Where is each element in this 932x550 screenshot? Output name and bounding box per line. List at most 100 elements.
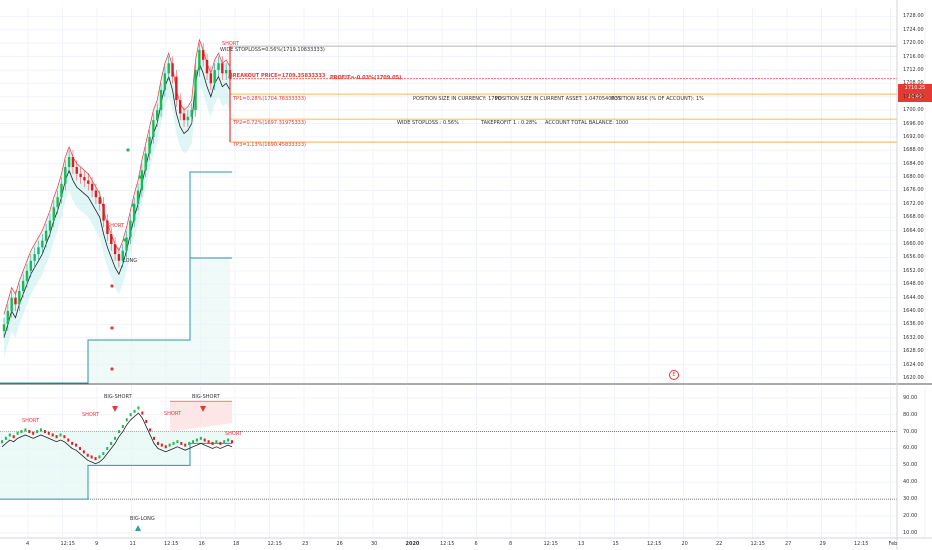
price-y-tick: 1648.00 [903, 281, 924, 288]
candle-body [90, 183, 94, 191]
price-y-tick: 1656.00 [903, 254, 924, 261]
osc-y-tick: 40.00 [903, 479, 918, 486]
osc-candle [20, 430, 23, 434]
osc-candle [219, 441, 222, 445]
osc-candle [121, 425, 124, 429]
candle-body [60, 183, 63, 198]
event-marker[interactable]: E [669, 370, 679, 380]
info-size-currency: POSITION SIZE IN CURRENCY: 1790 [413, 96, 501, 102]
osc-candle [51, 433, 54, 437]
candle-body [67, 156, 71, 168]
candle-body [29, 260, 33, 271]
x-tick: 13 [578, 541, 585, 547]
long-signal-mid: LONG [123, 258, 138, 264]
osc-candle [98, 455, 101, 459]
chart-canvas[interactable] [0, 0, 932, 550]
osc-candle [195, 438, 198, 442]
signal-dot [138, 175, 142, 179]
x-tick: 2020 [405, 541, 420, 547]
price-y-tick: 1724.00 [903, 26, 924, 33]
candle-body [182, 113, 186, 121]
info-balance: ACCOUNT TOTAL BALANCE: 1000 [545, 120, 629, 126]
candle-body [156, 110, 159, 121]
candle-body [71, 156, 75, 168]
price-y-tick: 1700.00 [903, 107, 924, 114]
x-tick: 29 [819, 541, 826, 547]
candle-body [148, 136, 151, 154]
osc-candle [231, 440, 233, 444]
price-y-tick: 1624.00 [903, 361, 924, 368]
info-risk: POSITION RISK (% OF ACCOUNT): 1% [611, 96, 704, 102]
osc-candle [125, 418, 128, 422]
price-y-tick: 1628.00 [903, 348, 924, 355]
info-wide-sl: WIDE STOPLOSS : 0.56% [397, 120, 459, 126]
candle-body [87, 180, 90, 184]
osc-candle [106, 446, 109, 450]
x-tick: 12:15 [854, 541, 869, 547]
candle-body [198, 49, 201, 70]
candle-body [64, 167, 67, 184]
candle-body [21, 280, 25, 291]
big-long-triangle [135, 525, 141, 531]
osc-candle [32, 431, 35, 435]
candle-body [25, 270, 29, 281]
osc-candle [47, 431, 50, 435]
osc-y-tick: 50.00 [903, 462, 918, 469]
osc-candle [110, 441, 113, 445]
osc-candle [192, 440, 195, 444]
candle-body [205, 59, 209, 74]
candle-body [79, 173, 82, 178]
signal-dot [110, 367, 114, 371]
osc-candle [8, 433, 11, 437]
x-tick: 6 [474, 541, 478, 547]
osc-candle [180, 441, 183, 445]
price-y-tick: 1680.00 [903, 174, 924, 181]
candle-body [217, 63, 220, 70]
signal-dot [110, 284, 114, 288]
candle-body [113, 244, 117, 255]
price-y-tick: 1636.00 [903, 321, 924, 328]
price-y-tick: 1704.00 [903, 93, 924, 100]
tp2-label: TP2=0.72%(1697.31975333) [233, 120, 306, 126]
candle-body [213, 69, 216, 84]
osc-candle [82, 450, 85, 454]
x-tick: 4 [26, 541, 30, 547]
osc-y-tick: 30.00 [903, 496, 918, 503]
big-short-label-1: BIG-SHORT [104, 394, 132, 400]
osc-candle [90, 455, 93, 459]
price-y-tick: 1652.00 [903, 267, 924, 274]
osc-candle [63, 435, 66, 439]
osc-candle [28, 430, 31, 434]
osc-short-d: SHORT [225, 431, 243, 437]
candle-body [102, 203, 105, 221]
osc-candle [86, 453, 89, 457]
x-tick: 12:15 [164, 541, 179, 547]
price-y-tick: 1664.00 [903, 227, 924, 234]
trade-levels [228, 45, 897, 143]
candle-body [190, 110, 193, 117]
price-y-tick: 1720.00 [903, 40, 924, 47]
osc-candle [215, 440, 218, 444]
osc-candle [129, 413, 132, 417]
price-y-tick: 1684.00 [903, 160, 924, 167]
signal-dot [110, 326, 114, 330]
osc-candle [149, 428, 152, 432]
candle-body [129, 220, 132, 238]
signal-dot [126, 148, 130, 152]
candle-body [175, 76, 178, 101]
candle-body [75, 167, 78, 174]
osc-candle [176, 440, 179, 444]
osc-candle [75, 443, 78, 447]
osc-candle [145, 419, 148, 423]
profit-label: PROFIT=-0.03%(1709.05) [330, 75, 402, 81]
osc-candle [94, 457, 97, 461]
candle-body [48, 220, 52, 231]
osc-candle [43, 430, 46, 434]
price-y-tick: 1708.00 [903, 80, 924, 87]
candle-body [83, 177, 86, 181]
candle-body [33, 254, 36, 261]
candle-body [167, 63, 170, 74]
short-signal-top: SHORT [222, 41, 240, 47]
tp1-label: TP1=0.28%(1704.78333333) [233, 96, 306, 102]
candle-body [221, 63, 224, 74]
